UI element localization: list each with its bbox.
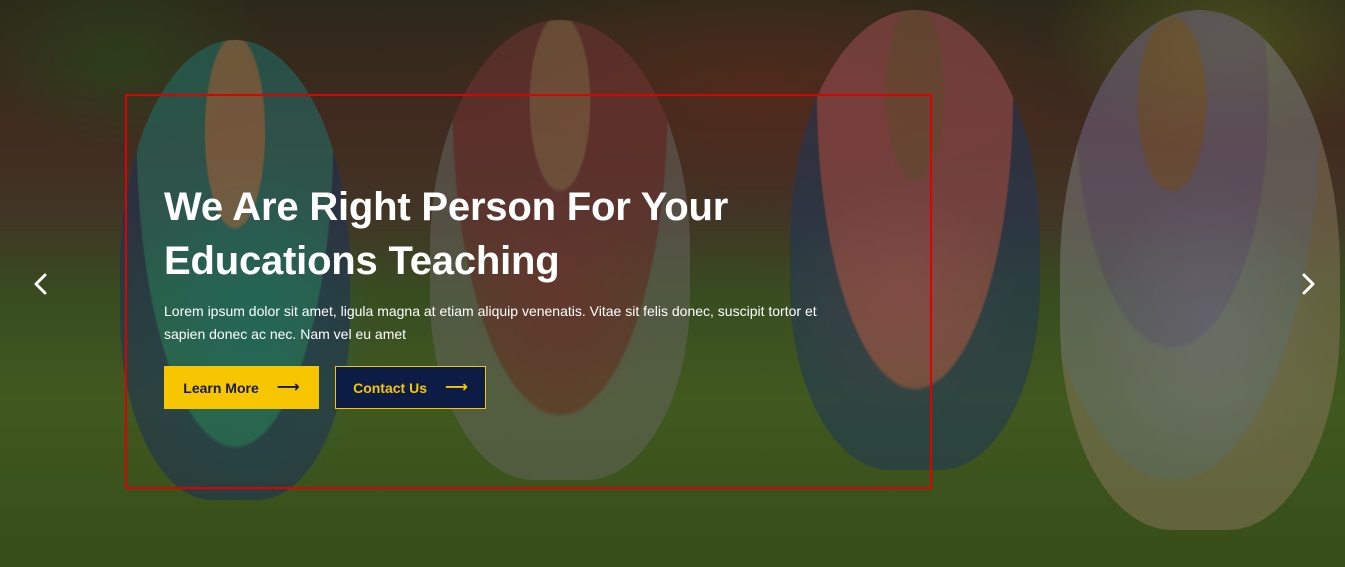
arrow-right-icon: ⟶ — [276, 378, 300, 396]
contact-us-label: Contact Us — [353, 379, 427, 396]
hero-title: We Are Right Person For Your Educations … — [164, 180, 844, 288]
slider-next-button[interactable] — [1293, 269, 1323, 299]
hero-slider: We Are Right Person For Your Educations … — [0, 0, 1345, 567]
chevron-right-icon — [1302, 273, 1315, 295]
contact-us-button[interactable]: Contact Us ⟶ — [335, 366, 486, 409]
arrow-right-icon: ⟶ — [444, 378, 468, 396]
slider-prev-button[interactable] — [26, 269, 56, 299]
hero-buttons: Learn More ⟶ Contact Us ⟶ — [164, 366, 844, 409]
slide-content: We Are Right Person For Your Educations … — [164, 180, 844, 409]
hero-subtitle: Lorem ipsum dolor sit amet, ligula magna… — [164, 303, 817, 342]
learn-more-label: Learn More — [183, 379, 259, 396]
chevron-left-icon — [34, 273, 47, 295]
hero-title-line2: Educations Teaching — [164, 239, 560, 283]
learn-more-button[interactable]: Learn More ⟶ — [164, 366, 319, 409]
hero-title-line1: We Are Right Person For Your — [164, 185, 729, 229]
